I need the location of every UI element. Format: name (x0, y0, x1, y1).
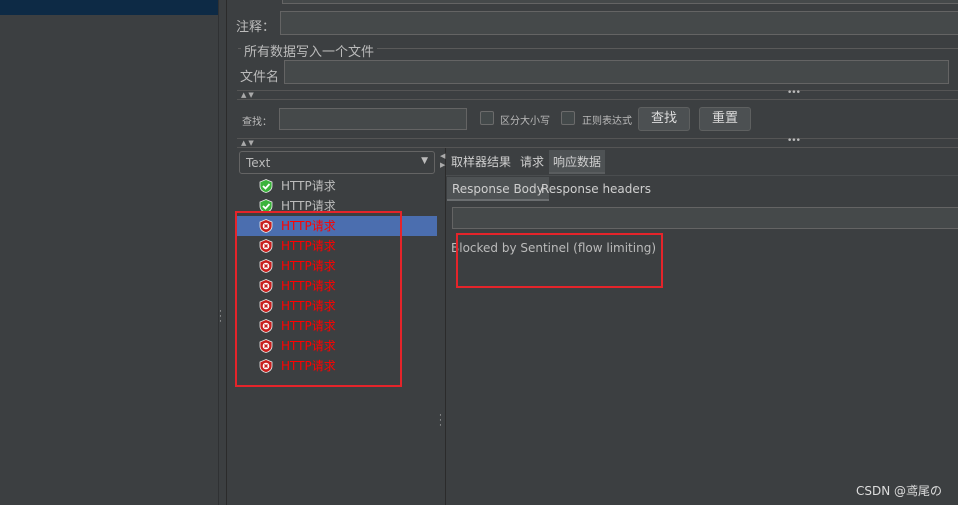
tab-request[interactable]: 请求 (517, 150, 547, 174)
regex-checkbox[interactable] (561, 111, 575, 125)
case-sensitive-label: 区分大小写 (500, 116, 550, 127)
name-field[interactable] (282, 0, 958, 4)
tab-response-body[interactable]: Response Body (447, 177, 549, 201)
splitter-dots-icon[interactable]: ••• (787, 136, 801, 146)
vertical-splitter[interactable] (218, 0, 227, 505)
renderer-select[interactable]: Text ▼ (239, 151, 435, 174)
tab-response-headers[interactable]: Response headers (538, 177, 654, 201)
search-label: 查找： (242, 117, 272, 128)
collapse-arrows-icon[interactable]: ▲▼ (241, 91, 256, 99)
tree-item[interactable]: HTTP请求 (237, 176, 437, 196)
section-title: 所有数据写入一个文件 (241, 41, 378, 60)
tab-divider (446, 175, 958, 176)
annotation-box-response (456, 233, 663, 288)
splitter-handle-icon[interactable]: · · · (439, 412, 442, 431)
collapse-arrows-icon[interactable]: ▲▼ (241, 139, 256, 147)
shield-check-icon (259, 179, 273, 193)
filename-input[interactable] (284, 60, 949, 84)
watermark: CSDN @鸢尾の (856, 484, 943, 498)
left-panel (0, 0, 218, 505)
chevron-down-icon: ▼ (421, 156, 428, 166)
left-panel-selected-bar[interactable] (0, 0, 218, 15)
expand-arrows-icon[interactable]: ◀ ▶ (440, 152, 445, 170)
renderer-value: Text (246, 156, 271, 170)
splitter-handle-icon[interactable]: · · · (219, 308, 222, 327)
divider (237, 138, 958, 139)
comment-label: 注释： (236, 20, 276, 35)
tree-splitter[interactable] (437, 148, 446, 505)
divider (237, 90, 958, 91)
divider (237, 147, 958, 148)
splitter-dots-icon[interactable]: ••• (787, 88, 801, 98)
search-input[interactable] (279, 108, 467, 130)
reset-button[interactable]: 重置 (699, 107, 751, 131)
find-button[interactable]: 查找 (638, 107, 690, 131)
regex-label: 正则表达式 (582, 116, 632, 127)
response-search-input[interactable] (452, 207, 958, 229)
comment-input[interactable] (280, 11, 958, 35)
divider (237, 99, 958, 100)
case-sensitive-checkbox[interactable] (480, 111, 494, 125)
annotation-box-tree (235, 211, 402, 387)
filename-label: 文件名 (240, 70, 280, 85)
tab-response-data[interactable]: 响应数据 (549, 150, 606, 174)
tree-item-label: HTTP请求 (281, 179, 336, 193)
tab-sampler-result[interactable]: 取样器结果 (448, 150, 514, 174)
